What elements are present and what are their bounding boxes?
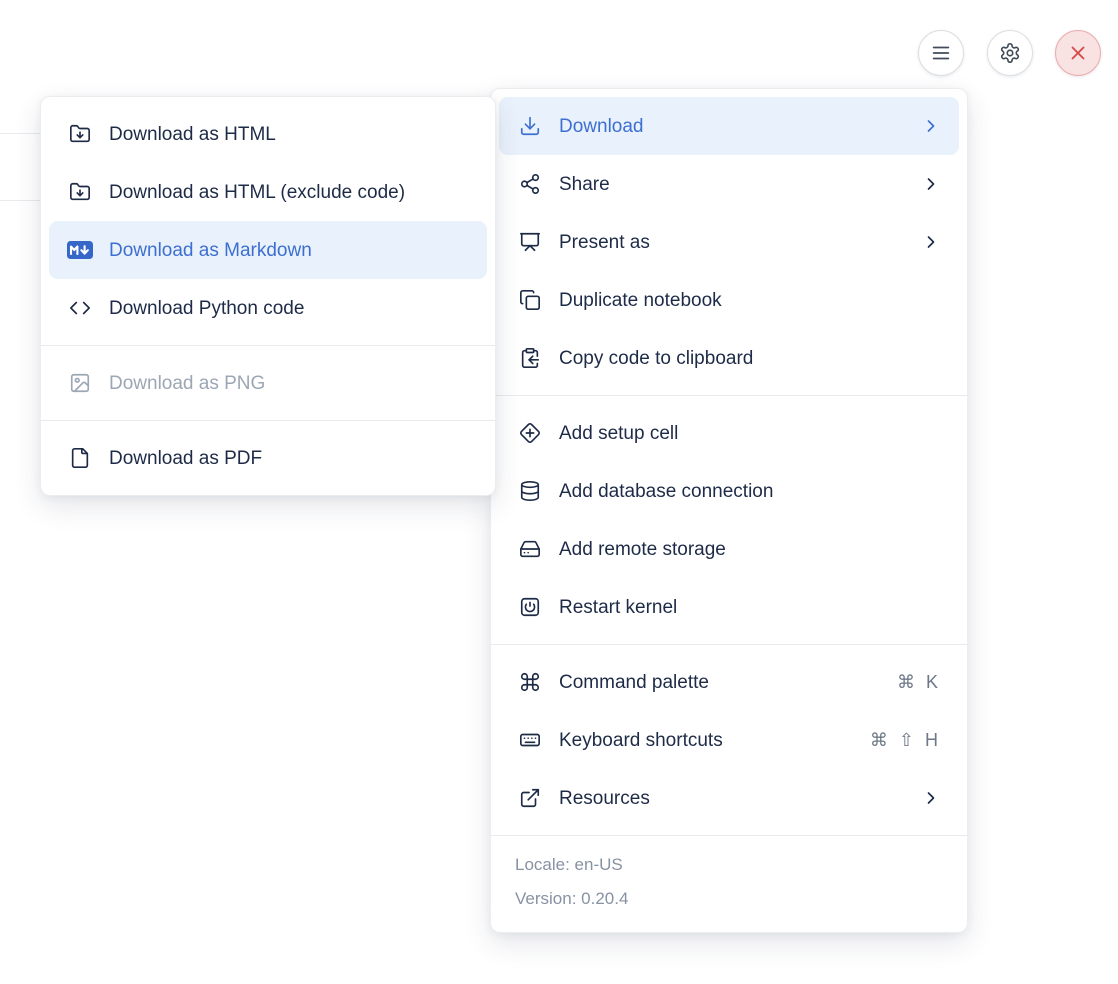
share-icon — [517, 172, 543, 196]
menu-item-command-palette[interactable]: Command palette ⌘ K — [499, 653, 959, 711]
menu-item-label: Download as PDF — [109, 449, 262, 468]
menu-separator — [491, 835, 967, 836]
menu-item-duplicate-notebook[interactable]: Duplicate notebook — [499, 271, 959, 329]
presentation-icon — [517, 230, 543, 254]
hard-drive-icon — [517, 537, 543, 561]
menu-item-label: Download — [559, 117, 644, 136]
menu-item-copy-code[interactable]: Copy code to clipboard — [499, 329, 959, 387]
menu-item-label: Download as PNG — [109, 374, 265, 393]
keyboard-shortcut: ⌘ ⇧ H — [870, 731, 941, 749]
power-square-icon — [517, 595, 543, 619]
menu-item-label: Restart kernel — [559, 598, 677, 617]
menu-item-label: Duplicate notebook — [559, 291, 722, 310]
menu-item-label: Resources — [559, 789, 650, 808]
menu-item-share[interactable]: Share — [499, 155, 959, 213]
diamond-plus-icon — [517, 421, 543, 445]
menu-item-label: Present as — [559, 233, 650, 252]
menu-item-resources[interactable]: Resources — [499, 769, 959, 827]
menu-item-label: Download as HTML — [109, 125, 276, 144]
menu-item-download-as-html-exclude-code[interactable]: Download as HTML (exclude code) — [49, 163, 487, 221]
code-icon — [67, 296, 93, 320]
menu-item-add-database-connection[interactable]: Add database connection — [499, 462, 959, 520]
locale-text: Locale: en-US — [515, 848, 943, 882]
menu-item-label: Add database connection — [559, 482, 773, 501]
menu-item-download-as-png[interactable]: Download as PNG — [49, 354, 487, 412]
chevron-right-icon — [921, 232, 941, 252]
version-text: Version: 0.20.4 — [515, 882, 943, 916]
menu-item-label: Keyboard shortcuts — [559, 731, 723, 750]
menu-item-download-python-code[interactable]: Download Python code — [49, 279, 487, 337]
chevron-right-icon — [921, 174, 941, 194]
menu-item-download-as-markdown[interactable]: Download as Markdown — [49, 221, 487, 279]
menu-separator — [41, 345, 495, 346]
download-icon — [517, 114, 543, 138]
hamburger-icon — [928, 41, 954, 65]
download-submenu: Download as HTML Download as HTML (exclu… — [40, 96, 496, 496]
menu-item-add-remote-storage[interactable]: Add remote storage — [499, 520, 959, 578]
markdown-icon — [67, 238, 93, 262]
menu-item-present-as[interactable]: Present as — [499, 213, 959, 271]
menu-item-label: Add remote storage — [559, 540, 726, 559]
menu-item-label: Download as HTML (exclude code) — [109, 183, 405, 202]
keyboard-icon — [517, 728, 543, 752]
menu-item-label: Copy code to clipboard — [559, 349, 753, 368]
folder-download-icon — [67, 180, 93, 204]
menu-item-restart-kernel[interactable]: Restart kernel — [499, 578, 959, 636]
menu-item-label: Share — [559, 175, 610, 194]
menu-item-label: Command palette — [559, 673, 709, 692]
copy-icon — [517, 288, 543, 312]
keyboard-shortcut: ⌘ K — [897, 673, 941, 691]
notebook-actions-menu: Download Share Present as Duplicate note… — [490, 88, 968, 933]
external-link-icon — [517, 786, 543, 810]
database-icon — [517, 479, 543, 503]
page-cell-border-bottom — [0, 200, 41, 201]
file-icon — [67, 446, 93, 470]
command-icon — [517, 670, 543, 694]
image-icon — [67, 371, 93, 395]
menu-separator — [491, 644, 967, 645]
notebook-menu-button[interactable] — [918, 30, 964, 76]
page-cell-border-top — [0, 133, 41, 134]
menu-item-label: Download as Markdown — [109, 241, 312, 260]
menu-item-label: Download Python code — [109, 299, 304, 318]
x-icon — [1065, 41, 1091, 65]
settings-button[interactable] — [987, 30, 1033, 76]
chevron-right-icon — [921, 788, 941, 808]
gear-icon — [997, 41, 1023, 65]
clipboard-copy-icon — [517, 346, 543, 370]
menu-item-add-setup-cell[interactable]: Add setup cell — [499, 404, 959, 462]
menu-item-download[interactable]: Download — [499, 97, 959, 155]
menu-item-download-as-html[interactable]: Download as HTML — [49, 105, 487, 163]
chevron-right-icon — [921, 116, 941, 136]
menu-item-download-as-pdf[interactable]: Download as PDF — [49, 429, 487, 487]
menu-footer: Locale: en-US Version: 0.20.4 — [491, 844, 967, 924]
menu-separator — [41, 420, 495, 421]
menu-separator — [491, 395, 967, 396]
folder-download-icon — [67, 122, 93, 146]
close-button[interactable] — [1055, 30, 1101, 76]
menu-item-label: Add setup cell — [559, 424, 678, 443]
menu-item-keyboard-shortcuts[interactable]: Keyboard shortcuts ⌘ ⇧ H — [499, 711, 959, 769]
